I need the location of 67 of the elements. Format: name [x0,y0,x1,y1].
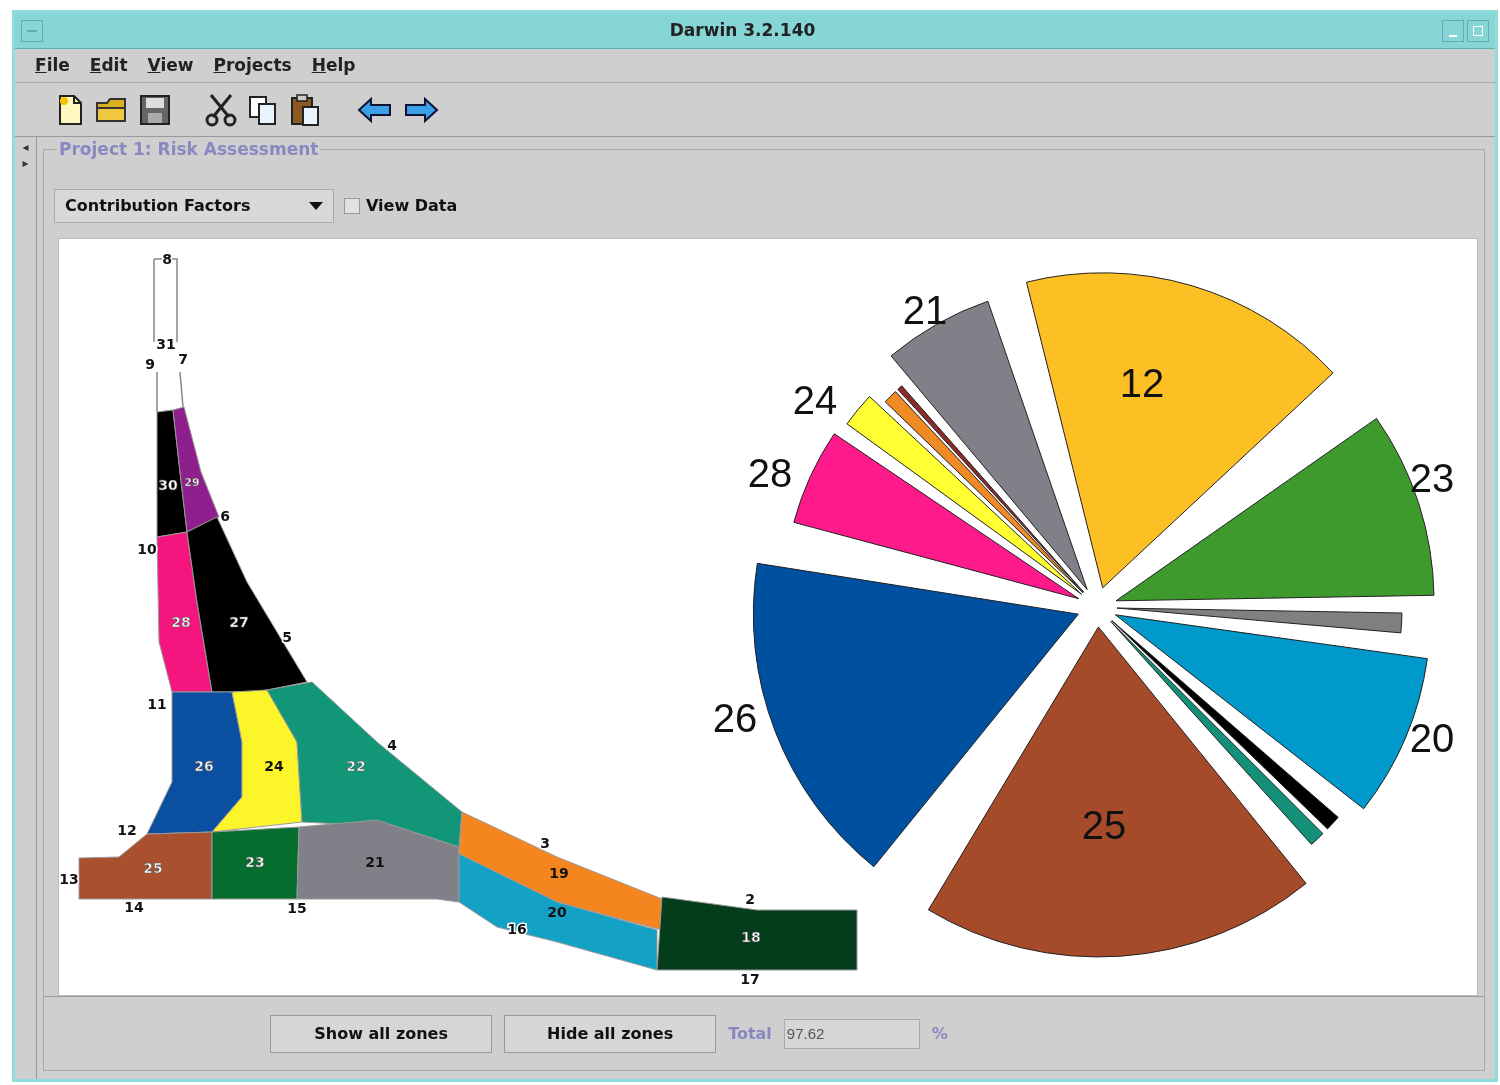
node-label: 17 [740,971,760,987]
zone-shape[interactable] [266,681,463,848]
node-label: 15 [287,900,307,916]
node-label: 3 [540,835,550,851]
paste-icon[interactable] [289,92,321,127]
total-field[interactable]: 97.62 [783,1018,920,1049]
menu-item[interactable]: File [35,52,70,79]
node-label: 12 [117,822,137,838]
node-label: 10 [137,541,157,557]
back-arrow-icon[interactable] [357,96,393,123]
window-title: Darwin 3.2.140 [669,18,816,42]
view-data-label: View Data [366,195,458,217]
maximize-button[interactable] [1467,19,1489,42]
zone-label: 26 [194,758,214,774]
zone-label: 20 [547,904,567,920]
zone-label: 29 [184,476,200,489]
save-icon[interactable] [139,93,171,126]
zone-label: 22 [346,758,366,774]
zone-label: 30 [158,477,178,493]
cut-icon[interactable] [205,92,237,127]
node-label: 14 [124,899,144,915]
view-data-checkbox[interactable] [344,198,360,214]
zone-shape[interactable] [156,531,213,693]
copy-icon[interactable] [247,93,279,126]
slice-label: 21 [902,288,948,332]
caret-icon [309,202,323,210]
slice-label: 20 [1409,716,1455,760]
zone-label: 19 [549,865,569,881]
factor-dropdown[interactable]: Contribution Factors [54,189,334,223]
node-label: 31 [156,336,176,352]
node-label: 5 [282,629,292,645]
menu-item[interactable]: Projects [213,52,292,79]
slice-label: 23 [1409,456,1455,500]
node-label: 11 [147,696,167,712]
total-label: Total [728,1022,772,1045]
slice-label: 12 [1119,361,1165,405]
zone-shape[interactable] [656,896,858,971]
node-label: 7 [178,351,188,367]
slice-label: 26 [712,696,758,740]
minimize-button[interactable] [1442,19,1464,42]
zone-label: 24 [264,758,284,774]
zone-label: 25 [143,860,163,876]
slice-label: 28 [747,451,793,495]
forward-arrow-icon[interactable] [403,96,439,123]
slice-label: 25 [1081,803,1127,847]
zone-label: 27 [229,614,249,630]
zone-shape[interactable] [146,691,243,835]
menu-item[interactable]: Edit [89,52,128,79]
percent-label: % [931,1022,948,1045]
slice-label: 24 [792,378,838,422]
hide-zones-button[interactable]: Hide all zones [504,1014,717,1053]
menu-item[interactable]: View [147,52,194,79]
node-label: 13 [59,871,79,887]
zone-shape[interactable] [211,689,303,833]
collapse-arrow[interactable]: ◂ [22,139,29,155]
zone-label: 21 [365,854,385,870]
zone-label: 23 [245,854,265,870]
node-label: 4 [387,737,397,753]
menu-item[interactable]: Help [311,52,356,79]
zone-label: 28 [171,614,191,630]
show-zones-button[interactable]: Show all zones [270,1014,493,1053]
node-label: 2 [745,891,755,907]
zone-label: 18 [741,929,761,945]
expand-arrow[interactable]: ▸ [22,155,29,171]
node-label: 9 [145,356,155,372]
node-label: 6 [220,508,230,524]
node-label: 8 [162,251,172,267]
